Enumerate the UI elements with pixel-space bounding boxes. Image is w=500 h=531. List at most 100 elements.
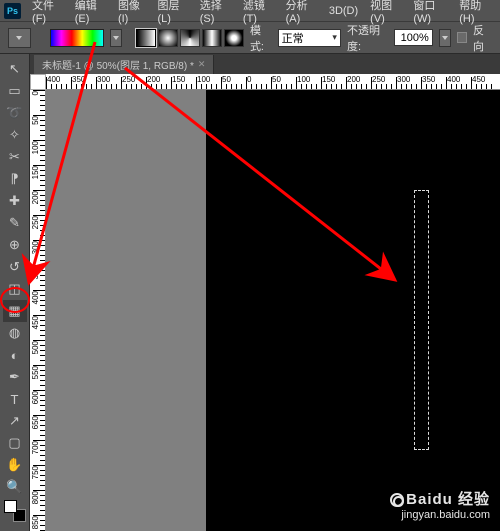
- gradient-radial-icon[interactable]: [158, 29, 178, 47]
- patch-tool-icon[interactable]: ✚: [3, 190, 27, 212]
- eraser-tool-icon[interactable]: ◫: [3, 278, 27, 300]
- vertical-ruler[interactable]: 0 50 100 150 200 250 300 350 400 450 500 550 600 650 7…: [30, 90, 46, 531]
- reverse-label: 反向: [473, 22, 492, 54]
- ruler-h-label: 50: [222, 75, 231, 84]
- ruler-h-label: 450: [472, 75, 485, 84]
- canvas-area[interactable]: [46, 90, 500, 531]
- opacity-dropdown[interactable]: [439, 29, 451, 47]
- gradient-tool-icon[interactable]: ▦: [3, 300, 27, 322]
- ruler-h-label: 350: [422, 75, 435, 84]
- ruler-v-label: 500: [31, 341, 40, 354]
- type-tool-icon[interactable]: T: [3, 388, 27, 410]
- ruler-v-label: 700: [31, 441, 40, 454]
- color-swatches[interactable]: [4, 500, 26, 522]
- zoom-tool-icon[interactable]: 🔍: [3, 476, 27, 498]
- document-tab-title: 未标题-1 @ 50%(图层 1, RGB/8) *: [42, 57, 194, 72]
- ruler-h-label: 150: [172, 75, 185, 84]
- watermark-brand: Baidu 经验: [406, 491, 490, 508]
- tool-preset-picker[interactable]: [8, 28, 31, 48]
- ruler-h-label: 200: [147, 75, 160, 84]
- gradient-linear-icon[interactable]: [136, 29, 156, 47]
- ruler-v-label: 300: [31, 241, 40, 254]
- ruler-h-label: 200: [347, 75, 360, 84]
- ruler-h-label: 250: [122, 75, 135, 84]
- menu-analysis[interactable]: 分析(A): [281, 0, 322, 27]
- blend-mode-select[interactable]: 正常: [278, 29, 341, 47]
- blend-mode-value: 正常: [282, 30, 304, 46]
- ruler-v-label: 100: [31, 141, 40, 154]
- history-brush-tool-icon[interactable]: ↺: [3, 256, 27, 278]
- watermark: Baidu 经验 jingyan.baidu.com: [390, 488, 490, 521]
- blur-tool-icon[interactable]: ◍: [3, 322, 27, 344]
- ruler-v-label: 550: [31, 366, 40, 379]
- ruler-corner: [30, 74, 46, 90]
- ruler-v-label: 450: [31, 316, 40, 329]
- marquee-tool-icon[interactable]: ▭: [3, 80, 27, 102]
- opacity-label: 不透明度:: [347, 22, 388, 54]
- eyedropper-tool-icon[interactable]: ⁋: [3, 168, 27, 190]
- ruler-h-label: 400: [47, 75, 60, 84]
- ruler-h-label: 400: [447, 75, 460, 84]
- mode-label: 模式:: [250, 22, 272, 54]
- watermark-icon: [390, 493, 404, 507]
- horizontal-ruler[interactable]: 4003503002502001501005005010015020025030…: [46, 74, 500, 90]
- gradient-diamond-icon[interactable]: [224, 29, 244, 47]
- ruler-h-label: 350: [72, 75, 85, 84]
- document-canvas[interactable]: [206, 90, 500, 531]
- ruler-v-label: 250: [31, 216, 40, 229]
- ruler-v-label: 150: [31, 166, 40, 179]
- menu-bar: Ps 文件(F) 编辑(E) 图像(I) 图层(L) 选择(S) 滤镜(T) 分…: [0, 0, 500, 22]
- foreground-swatch[interactable]: [4, 500, 17, 513]
- brush-tool-icon[interactable]: ✎: [3, 212, 27, 234]
- ruler-v-label: 0: [31, 91, 40, 95]
- marquee-selection: [414, 190, 429, 450]
- crop-tool-icon[interactable]: ✂: [3, 146, 27, 168]
- shape-tool-icon[interactable]: ▢: [3, 432, 27, 454]
- lasso-tool-icon[interactable]: ➰: [3, 102, 27, 124]
- reverse-checkbox[interactable]: [457, 32, 467, 43]
- document-tab-strip: 未标题-1 @ 50%(图层 1, RGB/8) * ✕: [30, 54, 500, 74]
- gradient-angle-icon[interactable]: [180, 29, 200, 47]
- app-logo: Ps: [4, 3, 21, 19]
- menu-select[interactable]: 选择(S): [195, 0, 236, 27]
- ruler-h-label: 0: [247, 75, 251, 84]
- ruler-v-label: 50: [31, 116, 40, 125]
- menu-file[interactable]: 文件(F): [27, 0, 68, 27]
- gradient-type-group: [136, 29, 244, 47]
- close-icon[interactable]: ✕: [198, 59, 206, 70]
- wand-tool-icon[interactable]: ✧: [3, 124, 27, 146]
- ruler-h-label: 300: [97, 75, 110, 84]
- ruler-h-label: 100: [297, 75, 310, 84]
- menu-window[interactable]: 窗口(W): [408, 0, 452, 27]
- ruler-v-label: 400: [31, 291, 40, 304]
- gradient-picker-dropdown[interactable]: [110, 29, 122, 47]
- path-tool-icon[interactable]: ↗: [3, 410, 27, 432]
- menu-layer[interactable]: 图层(L): [153, 0, 193, 27]
- ruler-v-label: 650: [31, 416, 40, 429]
- ruler-h-label: 150: [322, 75, 335, 84]
- pen-tool-icon[interactable]: ✒: [3, 366, 27, 388]
- stamp-tool-icon[interactable]: ⊕: [3, 234, 27, 256]
- ruler-v-label: 750: [31, 466, 40, 479]
- dodge-tool-icon[interactable]: ◐: [3, 344, 27, 366]
- hand-tool-icon[interactable]: ✋: [3, 454, 27, 476]
- ruler-v-label: 200: [31, 191, 40, 204]
- ruler-v-label: 350: [31, 266, 40, 279]
- ruler-v-label: 850: [31, 516, 40, 529]
- menu-image[interactable]: 图像(I): [113, 0, 151, 27]
- move-tool-icon[interactable]: ↖: [3, 58, 27, 80]
- ruler-h-label: 250: [372, 75, 385, 84]
- opacity-value: 100%: [401, 32, 429, 44]
- menu-edit[interactable]: 编辑(E): [70, 0, 111, 27]
- gradient-reflected-icon[interactable]: [202, 29, 222, 47]
- gradient-preview[interactable]: [50, 29, 104, 47]
- menu-3d[interactable]: 3D(D): [324, 3, 363, 19]
- ruler-v-label: 800: [31, 491, 40, 504]
- document-tab[interactable]: 未标题-1 @ 50%(图层 1, RGB/8) * ✕: [34, 55, 214, 74]
- ruler-v-label: 600: [31, 391, 40, 404]
- toolbox: ↖ ▭ ➰ ✧ ✂ ⁋ ✚ ✎ ⊕ ↺ ◫ ▦ ◍ ◐ ✒ T ↗ ▢ ✋ 🔍: [0, 54, 30, 531]
- opacity-input[interactable]: 100%: [394, 29, 433, 46]
- watermark-url: jingyan.baidu.com: [390, 509, 490, 521]
- options-bar: 模式: 正常 不透明度: 100% 反向: [0, 22, 500, 54]
- ruler-h-label: 100: [197, 75, 210, 84]
